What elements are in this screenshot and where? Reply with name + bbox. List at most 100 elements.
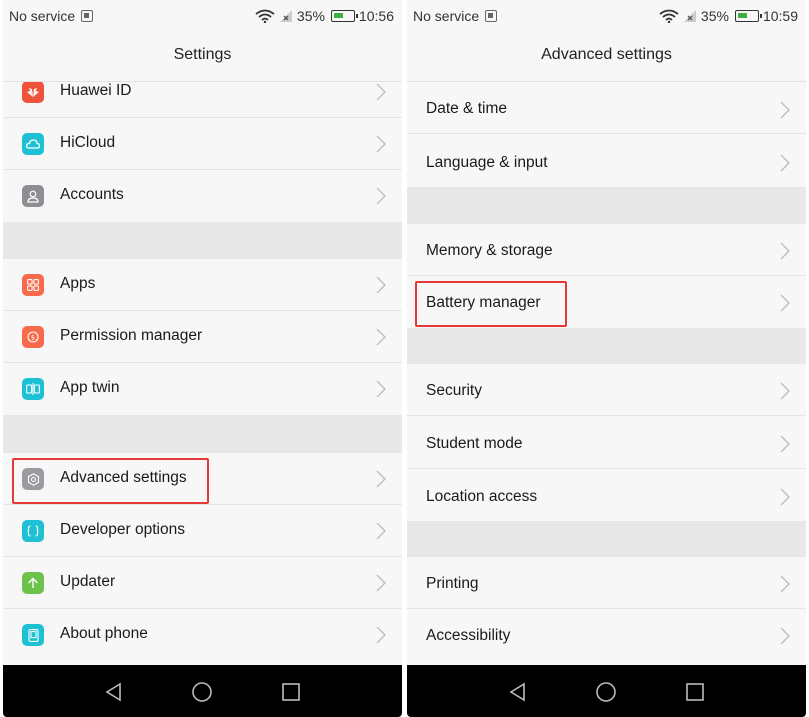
chevron-right-icon [780,382,790,400]
back-icon[interactable] [103,681,125,703]
settings-item-permission-manager[interactable]: $ Permission manager [3,311,402,363]
recents-icon[interactable] [280,681,302,703]
cloud-icon [22,133,44,155]
chevron-right-icon [780,294,790,312]
battery-icon [734,10,762,22]
item-label: HiCloud [60,134,116,151]
item-label: Updater [60,573,116,590]
chevron-right-icon [780,488,790,506]
clock: 10:56 [358,8,394,24]
chevron-right-icon [780,435,790,453]
no-signal-icon [279,10,292,22]
chevron-right-icon [376,522,386,540]
chevron-right-icon [780,242,790,260]
chevron-right-icon [780,575,790,593]
no-signal-icon [683,10,696,22]
battery-icon [330,10,358,22]
person-icon [22,185,44,207]
page-title: Advanced settings [407,32,806,82]
page-title: Settings [3,32,402,82]
chevron-right-icon [376,187,386,205]
navigation-bar [407,665,806,717]
settings-item-hicloud[interactable]: HiCloud [3,118,402,170]
section-gap [407,328,806,364]
chevron-right-icon [376,135,386,153]
settings-item-memory-storage[interactable]: Memory & storage [407,224,806,276]
section-gap [3,222,402,259]
back-icon[interactable] [507,681,529,703]
grid-icon [22,274,44,296]
item-label: Location access [426,488,538,505]
settings-item-app-twin[interactable]: App twin [3,363,402,415]
item-label: Accounts [60,186,124,203]
item-label: Permission manager [60,327,203,344]
wifi-icon [659,9,679,23]
highlight-box [415,281,567,327]
home-icon[interactable] [191,681,213,703]
item-label: Huawei ID [60,82,132,99]
section-gap [407,187,806,224]
settings-item-student-mode[interactable]: Student mode [407,416,806,469]
item-label: Language & input [426,154,548,171]
home-icon[interactable] [595,681,617,703]
settings-item-apps[interactable]: Apps [3,259,402,311]
item-label: Accessibility [426,627,511,644]
recents-icon[interactable] [684,681,706,703]
settings-screen: No service 35% 10:56 Settings Huawei ID … [3,0,402,717]
shield-icon: $ [22,326,44,348]
status-bar: No service 35% 10:56 [3,0,402,32]
settings-item-huawei-id[interactable]: Huawei ID [3,82,402,118]
battery-percent: 35% [296,8,325,24]
carrier-text: No service [9,8,76,24]
chevron-right-icon [376,380,386,398]
highlight-box [12,458,209,504]
settings-list: Huawei ID HiCloud Accounts Apps $ Permis… [3,82,402,665]
advanced-settings-screen: No service 35% 10:59 Advanced settings D… [407,0,806,717]
navigation-bar [3,665,402,717]
wifi-icon [255,9,275,23]
settings-item-developer-options[interactable]: Developer options [3,505,402,557]
item-label: Security [426,382,482,399]
advanced-settings-list: Date & time Language & input Memory & st… [407,82,806,665]
twin-icon [22,378,44,400]
settings-item-date-time[interactable]: Date & time [407,82,806,134]
chevron-right-icon [376,328,386,346]
svg-text:$: $ [31,334,35,342]
settings-item-security[interactable]: Security [407,364,806,416]
item-label: About phone [60,625,148,642]
item-label: Apps [60,275,96,292]
status-bar: No service 35% 10:59 [407,0,806,32]
settings-item-accounts[interactable]: Accounts [3,170,402,222]
chevron-right-icon [376,626,386,644]
braces-icon [22,520,44,542]
sim-icon [81,10,94,22]
chevron-right-icon [376,574,386,592]
clock: 10:59 [762,8,798,24]
settings-item-updater[interactable]: Updater [3,557,402,609]
settings-item-about-phone[interactable]: About phone [3,609,402,661]
item-label: App twin [60,379,120,396]
chevron-right-icon [780,627,790,645]
settings-item-printing[interactable]: Printing [407,557,806,609]
chevron-right-icon [780,101,790,119]
item-label: Date & time [426,100,507,117]
settings-item-location-access[interactable]: Location access [407,469,806,521]
item-label: Printing [426,575,479,592]
settings-item-accessibility[interactable]: Accessibility [407,609,806,661]
chevron-right-icon [376,276,386,294]
item-label: Memory & storage [426,242,553,259]
phone-icon [22,624,44,646]
arrow-up-icon [22,572,44,594]
chevron-right-icon [780,154,790,172]
chevron-right-icon [376,470,386,488]
sim-icon [485,10,498,22]
item-label: Developer options [60,521,185,538]
item-label: Student mode [426,435,523,452]
chevron-right-icon [376,83,386,101]
carrier-text: No service [413,8,480,24]
settings-item-language-input[interactable]: Language & input [407,134,806,187]
section-gap [407,521,806,557]
section-gap [3,415,402,453]
huawei-logo-icon [22,82,44,103]
battery-percent: 35% [700,8,729,24]
